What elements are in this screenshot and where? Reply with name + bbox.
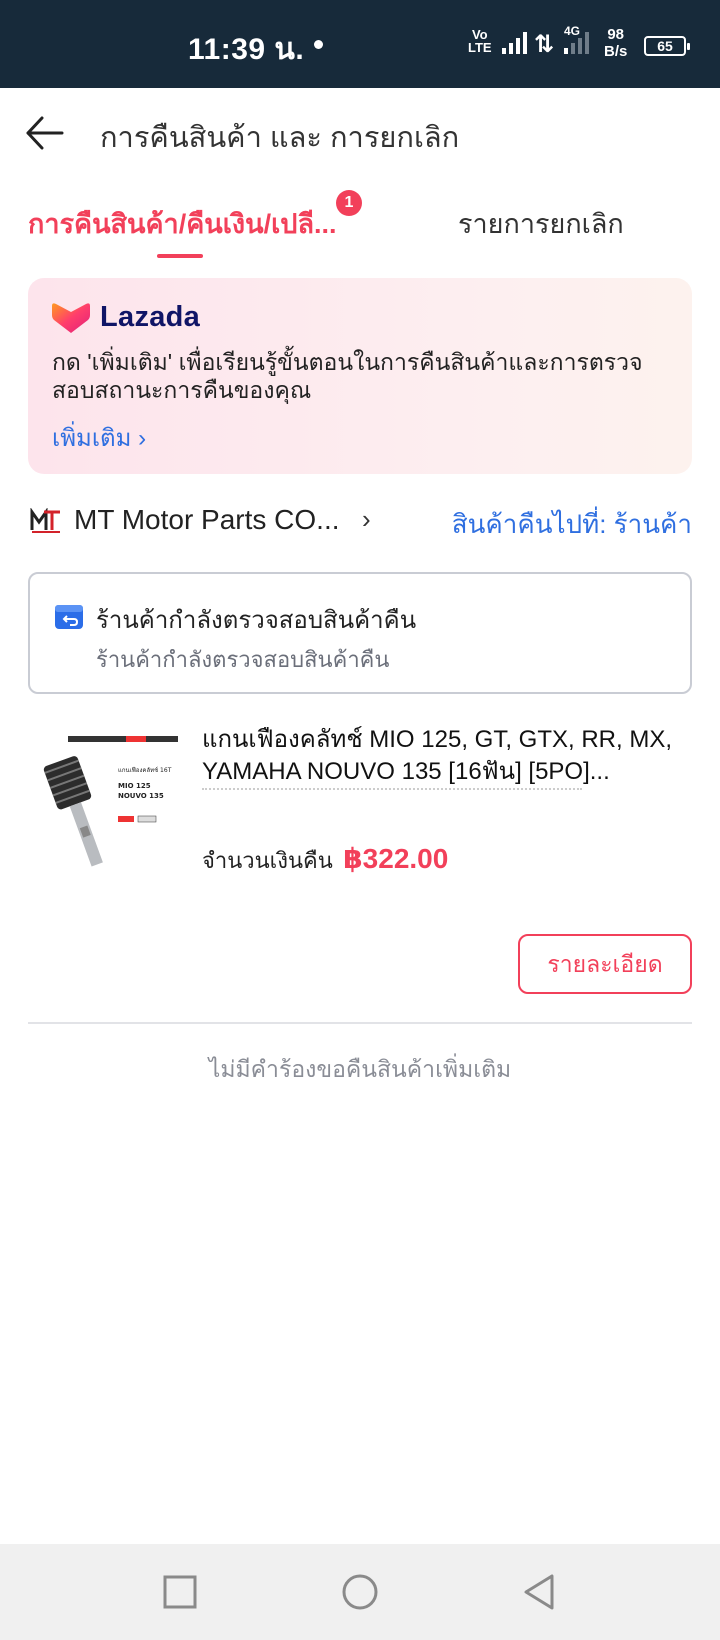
home-icon[interactable] (338, 1570, 382, 1614)
lazada-logo: Lazada (52, 300, 200, 334)
tab-returns[interactable]: การคืนสินค้า/คืนเงิน/เปลี... (28, 202, 337, 245)
signal-icon (502, 30, 527, 54)
header: การคืนสินค้า และ การยกเลิก (0, 88, 720, 178)
status-title: ร้านค้ากำลังตรวจสอบสินค้าคืน (96, 607, 417, 634)
refund-row: จำนวนเงินคืน ฿322.00 (202, 842, 448, 878)
net-speed-unit: B/s (604, 43, 628, 60)
status-time: 11:39 น. (188, 33, 305, 66)
back-button[interactable] (22, 108, 72, 158)
system-nav-bar (0, 1544, 720, 1640)
svg-text:แกนเฟืองคลัทช์ 16T: แกนเฟืองคลัทช์ 16T (118, 766, 172, 774)
refund-label: จำนวนเงินคืน (202, 848, 333, 873)
shop-logo (30, 508, 62, 534)
net-speed-value: 98 (607, 26, 625, 43)
notification-dot (314, 40, 323, 49)
back-nav-icon[interactable] (518, 1570, 562, 1614)
chevron-right-icon[interactable]: › (362, 504, 371, 535)
volte-bottom-text: LTE (468, 40, 492, 55)
return-box-icon (55, 605, 83, 629)
product-item[interactable]: แกนเฟืองคลัทช์ 16T MIO 125 NOUVO 135 แกน… (28, 714, 692, 894)
product-image: แกนเฟืองคลัทช์ 16T MIO 125 NOUVO 135 (28, 724, 188, 884)
status-bar: 11:39 น. Vo LTE ⇅ 4G 98 B/s 65 (0, 0, 720, 88)
refund-amount: ฿322.00 (343, 843, 449, 874)
learn-more-link[interactable]: เพิ่มเติม › (52, 418, 146, 457)
no-more-requests-text: ไม่มีคำร้องขอคืนสินค้าเพิ่มเติม (208, 1056, 512, 1082)
banner-text: กด 'เพิ่มเติม' เพื่อเรียนรู้ขั้นตอนในการ… (52, 349, 643, 403)
data-transfer-icon: ⇅ (534, 31, 555, 58)
shop-row: MT Motor Parts CO... › สินค้าคืนไปที่: ร… (0, 494, 720, 550)
divider (28, 1022, 692, 1024)
product-variant-line (202, 788, 582, 790)
product-name: แกนเฟืองคลัทช์ MIO 125, GT, GTX, RR, MX,… (202, 726, 672, 785)
volte-icon: Vo LTE (468, 28, 492, 54)
details-button[interactable]: รายละเอียด (518, 934, 692, 994)
status-icons: Vo LTE ⇅ 4G 98 B/s 65 (468, 22, 698, 66)
active-tab-indicator (157, 254, 203, 258)
return-destination: สินค้าคืนไปที่: ร้านค้า (451, 509, 692, 539)
tab-bar: การคืนสินค้า/คืนเงิน/เปลี... 1 รายการยกเ… (0, 180, 720, 262)
tab-cancellations[interactable]: รายการยกเลิก (458, 202, 624, 245)
shop-name[interactable]: MT Motor Parts CO... (74, 504, 340, 536)
page-title: การคืนสินค้า และ การยกเลิก (100, 122, 460, 154)
return-status-card: ร้านค้ากำลังตรวจสอบสินค้าคืน ร้านค้ากำลั… (28, 572, 692, 694)
tab-returns-badge: 1 (336, 190, 362, 216)
recent-apps-icon[interactable] (158, 1570, 202, 1614)
svg-text:NOUVO 135: NOUVO 135 (118, 792, 164, 800)
net-speed: 98 B/s (604, 26, 627, 60)
info-banner: Lazada กด 'เพิ่มเติม' เพื่อเรียนรู้ขั้นต… (28, 278, 692, 474)
lazada-wordmark: Lazada (100, 300, 201, 333)
arrow-left-icon (26, 116, 64, 150)
status-subtitle: ร้านค้ากำลังตรวจสอบสินค้าคืน (96, 647, 390, 672)
battery-icon: 65 (644, 36, 690, 56)
svg-text:MIO 125: MIO 125 (118, 782, 151, 790)
signal-2-icon (564, 30, 589, 54)
lazada-heart-icon (52, 303, 90, 333)
